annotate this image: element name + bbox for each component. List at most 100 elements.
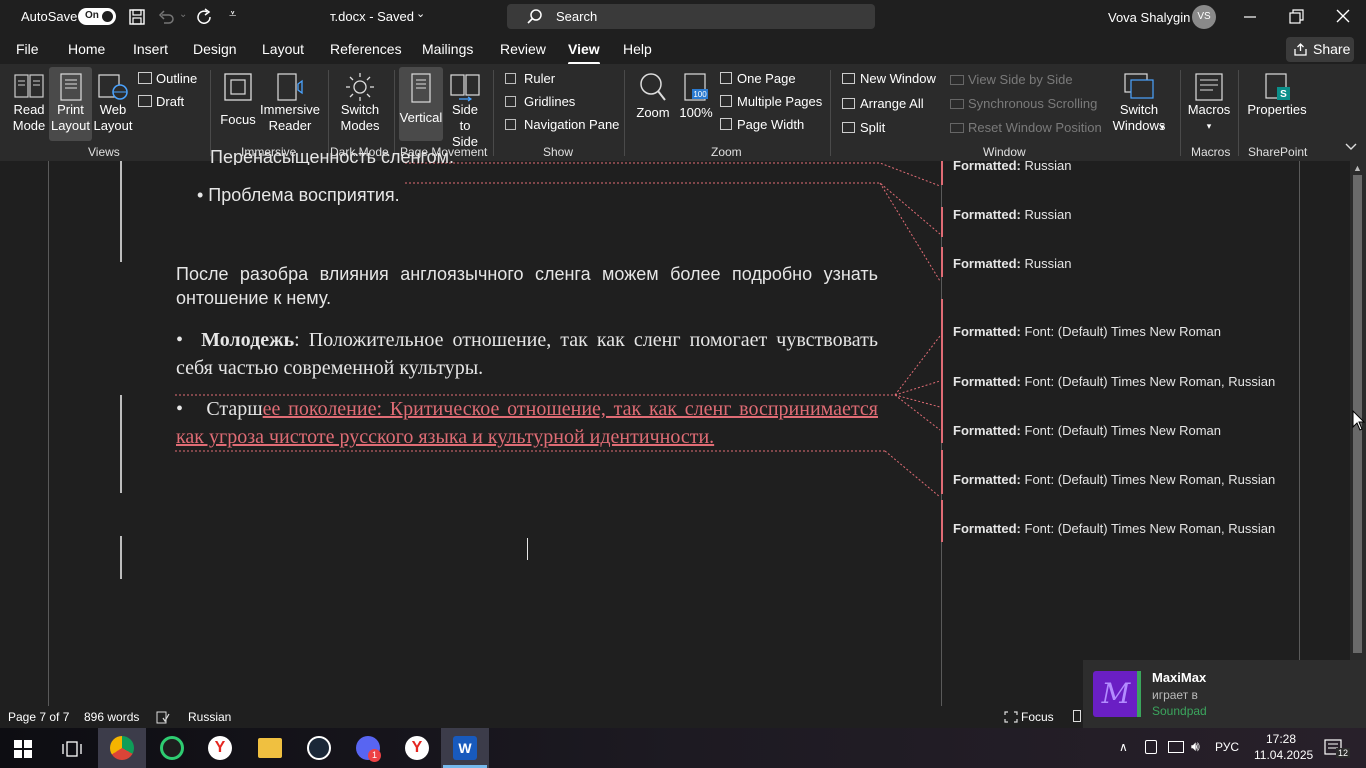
read-mode-status-icon[interactable] xyxy=(1073,710,1081,722)
draft-button[interactable]: Draft xyxy=(138,94,184,109)
arrange-all-button[interactable]: Arrange All xyxy=(842,96,924,111)
zoom-100-button[interactable]: 100 100% xyxy=(677,72,715,121)
multiple-pages-label: Multiple Pages xyxy=(737,94,823,109)
print-layout-button[interactable]: Print Layout xyxy=(49,67,92,141)
read-mode-button[interactable]: Read Mode xyxy=(6,72,52,134)
windows-start-icon[interactable] xyxy=(14,740,32,758)
redo-icon[interactable] xyxy=(196,8,214,26)
chevron-up-icon[interactable]: ∧ xyxy=(1119,740,1128,754)
print-layout-label-2: Layout xyxy=(50,118,91,133)
minimize-icon[interactable] xyxy=(1243,10,1257,24)
web-layout-button[interactable]: Web Layout xyxy=(92,72,134,134)
proofing-icon[interactable] xyxy=(156,710,170,724)
save-icon[interactable] xyxy=(128,8,146,26)
language-indicator-taskbar[interactable]: РУС xyxy=(1215,740,1239,754)
balloon-value: Russian xyxy=(1024,207,1072,222)
focus-icon xyxy=(224,73,252,101)
close-icon[interactable] xyxy=(1336,9,1350,23)
share-button[interactable]: Share xyxy=(1286,37,1354,62)
immersive-reader-button[interactable]: Immersive Reader xyxy=(259,72,321,134)
new-window-button[interactable]: New Window xyxy=(842,71,936,86)
balloon-label: Formatted: xyxy=(953,374,1021,389)
web-layout-label-1: Web xyxy=(99,102,127,117)
activity-notification[interactable]: M MaxiMax играет в Soundpad xyxy=(1083,660,1366,728)
tab-mailings[interactable]: Mailings xyxy=(422,41,473,57)
avatar[interactable]: VS xyxy=(1192,5,1216,29)
one-page-button[interactable]: One Page xyxy=(720,71,796,86)
page-indicator[interactable]: Page 7 of 7 xyxy=(8,710,69,724)
vertical-scrollbar[interactable]: ▲ xyxy=(1350,161,1366,706)
document-title[interactable]: т.docx - Saved xyxy=(330,9,414,24)
word-count[interactable]: 896 words xyxy=(84,710,139,724)
collapse-ribbon-icon[interactable] xyxy=(1344,141,1358,151)
balloon-value: Font: (Default) Times New Roman, Russian xyxy=(1024,374,1276,389)
network-icon[interactable] xyxy=(1168,741,1184,753)
taskbar: Y 1 Y W ∧ 🔊︎ РУС 17:28 11.04.2025 12 xyxy=(0,728,1366,768)
revision-balloon[interactable]: Formatted: Font: (Default) Times New Rom… xyxy=(943,472,1293,487)
app-icon[interactable] xyxy=(160,736,184,760)
steam-icon[interactable] xyxy=(307,736,331,760)
revision-balloon[interactable]: Formatted: Font: (Default) Times New Rom… xyxy=(943,521,1293,536)
undo-icon[interactable] xyxy=(157,8,175,26)
vertical-button[interactable]: Vertical xyxy=(399,67,443,141)
ruler-checkbox[interactable]: Ruler xyxy=(505,71,555,86)
ruler-checkbox-box xyxy=(505,73,516,84)
tab-references[interactable]: References xyxy=(330,41,402,57)
macros-label: Macros xyxy=(1187,102,1231,117)
chrome-icon[interactable] xyxy=(110,736,134,760)
ruler-label: Ruler xyxy=(524,71,556,86)
revision-balloon[interactable]: Formatted: Russian xyxy=(943,256,1293,271)
properties-button[interactable]: S Properties xyxy=(1246,72,1308,118)
tab-view[interactable]: View xyxy=(568,41,600,65)
yandex-browser-icon[interactable]: Y xyxy=(208,736,232,760)
search-box[interactable]: Search xyxy=(507,4,875,29)
language-indicator[interactable]: Russian xyxy=(188,710,231,724)
tab-help[interactable]: Help xyxy=(623,41,652,57)
macros-button[interactable]: Macros ▾ xyxy=(1186,72,1232,134)
navigation-pane-checkbox[interactable]: Navigation Pane xyxy=(505,117,619,132)
group-separator xyxy=(394,70,395,156)
switch-modes-button[interactable]: Switch Modes xyxy=(335,72,385,134)
tab-design[interactable]: Design xyxy=(193,41,237,57)
gridlines-label: Gridlines xyxy=(524,94,576,109)
revision-balloon[interactable]: Formatted: Font: (Default) Times New Rom… xyxy=(943,324,1293,339)
revision-balloon[interactable]: Formatted: Russian xyxy=(943,158,1293,173)
volume-icon[interactable]: 🔊︎ xyxy=(1191,738,1200,755)
gridlines-checkbox[interactable]: Gridlines xyxy=(505,94,575,109)
zoom-button[interactable]: Zoom xyxy=(632,72,674,121)
tab-review[interactable]: Review xyxy=(500,41,546,57)
reset-window-position-button[interactable]: Reset Window Position xyxy=(950,120,1102,135)
focus-mode-label[interactable]: Focus xyxy=(1021,710,1054,724)
page-width-button[interactable]: Page Width xyxy=(720,117,804,132)
split-button[interactable]: Split xyxy=(842,120,885,135)
task-view-icon[interactable] xyxy=(62,740,82,758)
restore-icon[interactable] xyxy=(1289,9,1305,25)
clock-date[interactable]: 11.04.2025 xyxy=(1254,748,1313,762)
meet-now-icon[interactable] xyxy=(1145,740,1157,754)
user-name[interactable]: Vova Shalygin xyxy=(1108,10,1190,25)
title-dropdown-icon[interactable]: ⌄ xyxy=(416,7,425,20)
revision-balloon[interactable]: Formatted: Font: (Default) Times New Rom… xyxy=(943,423,1293,438)
side-to-side-button[interactable]: Side to Side xyxy=(445,72,485,150)
clock-time[interactable]: 17:28 xyxy=(1266,732,1296,746)
view-side-by-side-button[interactable]: View Side by Side xyxy=(950,72,1073,87)
synchronous-scrolling-button[interactable]: Synchronous Scrolling xyxy=(950,96,1097,111)
autosave-toggle[interactable]: On xyxy=(78,8,116,25)
word-icon[interactable]: W xyxy=(453,736,477,760)
yandex-icon[interactable]: Y xyxy=(405,736,429,760)
tab-insert[interactable]: Insert xyxy=(133,41,168,57)
focus-button[interactable]: Focus xyxy=(218,72,258,128)
tab-home[interactable]: Home xyxy=(68,41,105,57)
focus-mode-icon[interactable] xyxy=(1004,711,1018,723)
revision-balloon[interactable]: Formatted: Russian xyxy=(943,207,1293,222)
tab-file[interactable]: File xyxy=(16,41,39,57)
customize-toolbar-icon[interactable]: ⩡ xyxy=(229,6,236,22)
scroll-up-icon[interactable]: ▲ xyxy=(1353,163,1362,173)
outline-button[interactable]: Outline xyxy=(138,71,197,86)
tab-layout[interactable]: Layout xyxy=(262,41,304,57)
undo-dropdown-icon[interactable]: ⌄ xyxy=(179,9,187,20)
file-explorer-icon[interactable] xyxy=(258,738,282,758)
switch-windows-label-1: Switch xyxy=(1119,102,1159,117)
revision-balloon[interactable]: Formatted: Font: (Default) Times New Rom… xyxy=(943,374,1293,389)
multiple-pages-button[interactable]: Multiple Pages xyxy=(720,94,822,109)
